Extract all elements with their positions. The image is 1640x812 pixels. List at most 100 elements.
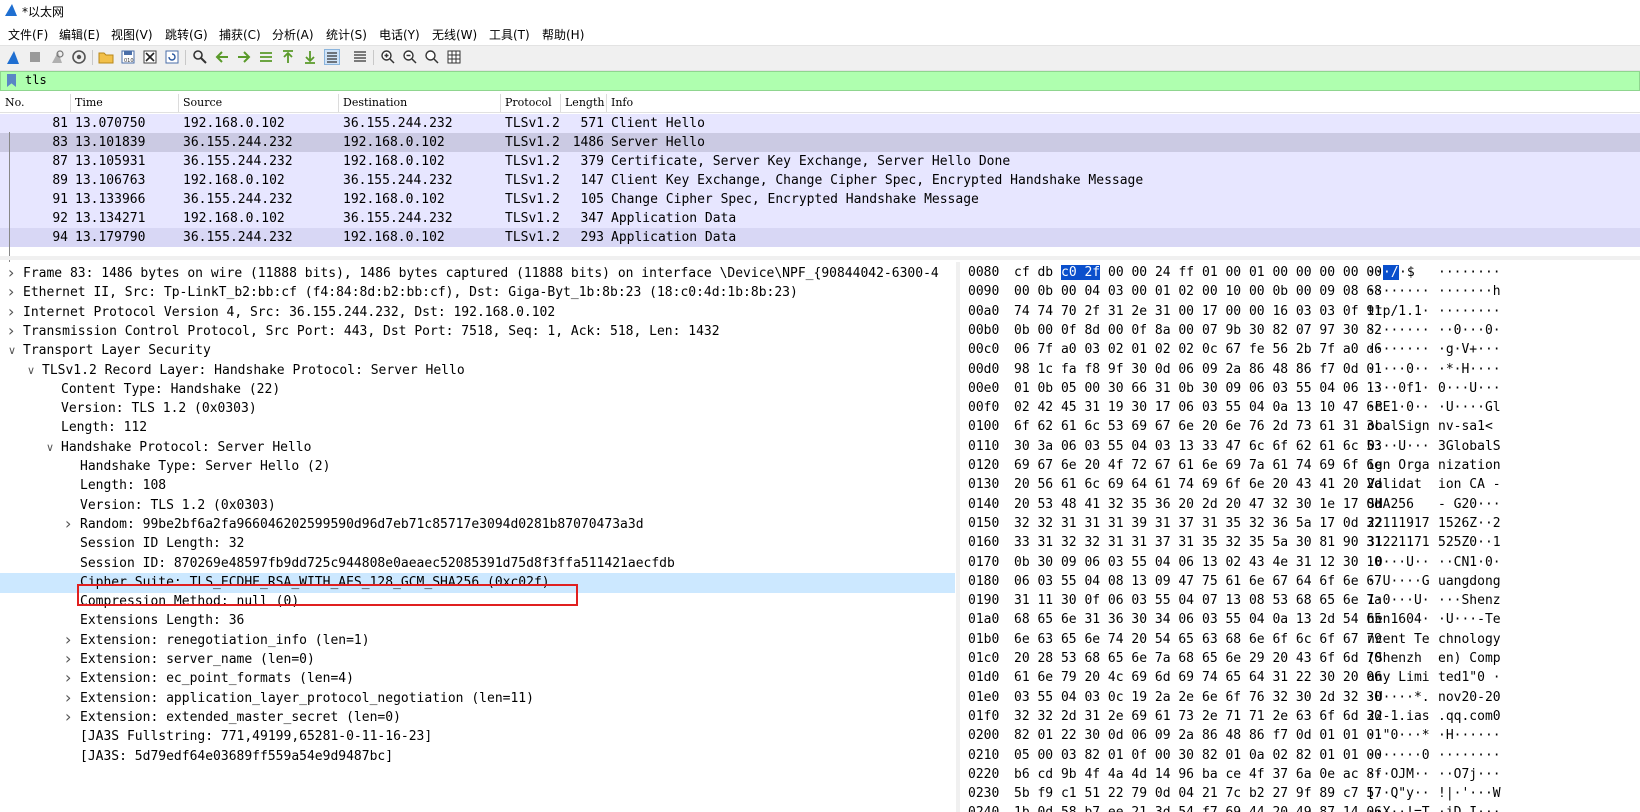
display-filter-input[interactable]: tls [25,73,47,87]
packet-row[interactable]: 89 13.106763 192.168.0.102 36.155.244.232 TL… [0,171,1640,190]
hex-row[interactable]: 0230 5b f9 c1 51 22 79 0d 04 [··Q"y·· 21 7c… [960,784,1640,804]
menu-wireless[interactable]: 无线(W) [432,26,477,43]
colorize-icon[interactable] [352,49,368,65]
tree-node[interactable]: › Ethernet II, Src: Tp-LinkT_b2:bb:cf (f4… [0,282,955,303]
go-forward-icon[interactable] [236,49,252,65]
tree-node[interactable]: › Extension: extended_master_secret (len=… [0,707,955,728]
hex-row[interactable]: 0150 32 32 31 31 31 39 31 37 22111917 31 35… [960,514,1640,534]
hex-row[interactable]: 01b0 6e 63 65 6e 74 20 54 65 ncent Te 63 68… [960,630,1640,650]
zoom-in-icon[interactable] [380,49,396,65]
tree-node[interactable]: › Internet Protocol Version 4, Src: 36.15… [0,302,955,323]
packet-row[interactable]: 94 13.179790 36.155.244.232 192.168.0.102 TL… [0,228,1640,247]
hex-row[interactable]: 0160 33 31 32 32 31 31 37 31 31221171 35 32… [960,533,1640,553]
menu-view[interactable]: 视图(V) [111,26,153,43]
column-header-destination[interactable]: Destination [343,96,407,109]
tree-node[interactable]: Extensions Length: 36 [0,611,955,631]
resize-columns-icon[interactable] [446,49,462,65]
zoom-out-icon[interactable] [402,49,418,65]
tree-node[interactable]: Session ID Length: 32 [0,534,955,554]
expand-arrow-icon[interactable]: › [65,707,71,726]
tree-node[interactable]: › Extension: server_name (len=0) [0,649,955,670]
packet-bytes-pane[interactable]: 0080 cf db c0 2f 00 00 24 ff ·· ·/·$ 01 00 01 … [960,262,1640,812]
tree-node[interactable]: ∨ Handshake Protocol: Server Hello [0,438,955,458]
start-capture-icon[interactable] [5,49,21,65]
hex-row[interactable]: 0100 6f 62 61 6c 53 69 67 6e obalSign 20 6e… [960,417,1640,437]
tree-node[interactable]: Version: TLS 1.2 (0x0303) [0,399,955,419]
packet-details-tree[interactable]: › Frame 83: 1486 bytes on wire (11888 bit… [0,262,955,812]
expand-arrow-icon[interactable]: › [8,263,14,282]
packet-row[interactable]: 81 13.070750 192.168.0.102 36.155.244.232 TL… [0,114,1640,133]
hex-row[interactable]: 01f0 32 32 2d 31 2e 69 61 73 22-1.ias 2e 71… [960,707,1640,727]
tree-node[interactable]: ∨ TLSv1.2 Record Layer: Handshake Protoco… [0,361,955,381]
hex-row[interactable]: 01c0 20 28 53 68 65 6e 7a 68 (Shenzh 65 6e… [960,649,1640,669]
capture-options-icon[interactable] [71,49,87,65]
tree-node[interactable]: Session ID: 870269e48597fb9dd725c944808e… [0,554,955,574]
tree-node[interactable]: Length: 108 [0,476,955,496]
tree-node[interactable]: ∨ Transport Layer Security [0,341,955,361]
hex-row[interactable]: 00e0 01 0b 05 00 30 66 31 0b ····0f1· 30 09… [960,379,1640,399]
tree-node[interactable]: › Extension: renegotiation_info (len=1) [0,630,955,651]
collapse-arrow-icon[interactable]: ∨ [27,364,35,377]
expand-arrow-icon[interactable]: › [65,668,71,687]
menu-file[interactable]: 文件(F) [8,26,48,43]
hex-row[interactable]: 0080 cf db c0 2f 00 00 24 ff ·· ·/·$ 01 00 01 … [960,263,1640,283]
stop-capture-icon[interactable] [27,49,43,65]
column-header-no[interactable]: No. [5,96,25,109]
hex-row[interactable]: 00a0 74 74 70 2f 31 2e 31 00 ttp/1.1· 17 00… [960,302,1640,322]
hex-row[interactable]: 0220 b6 cd 9b 4f 4a 4d 14 96 ···OJM·· ba ce… [960,765,1640,785]
hex-row[interactable]: 00f0 02 42 45 31 19 30 17 06 ·BE1·0·· 03 55… [960,398,1640,418]
normal-size-icon[interactable] [424,49,440,65]
hex-row[interactable]: 01a0 68 65 6e 31 36 30 34 06 hen1604· 03 55… [960,610,1640,630]
open-file-icon[interactable] [98,49,114,65]
packet-row[interactable]: 83 13.101839 36.155.244.232 192.168.0.102 TL… [0,133,1640,152]
find-packet-icon[interactable] [192,49,208,65]
pane-splitter-horizontal[interactable] [0,256,1640,260]
menu-tools[interactable]: 工具(T) [489,26,530,43]
packet-row[interactable]: 92 13.134271 192.168.0.102 36.155.244.232 TL… [0,209,1640,228]
go-to-packet-icon[interactable] [258,49,274,65]
menu-telephony[interactable]: 电话(Y) [379,26,420,43]
hex-row[interactable]: 0180 06 03 55 04 08 13 09 47 ··U····G 75 61… [960,572,1640,592]
menu-analyze[interactable]: 分析(A) [272,26,314,43]
hex-row[interactable]: 0170 0b 30 09 06 03 55 04 06·0···U·· 13 02… [960,553,1640,573]
hex-row[interactable]: 00b0 0b 00 0f 8d 00 0f 8a 00 ········ 07 9b… [960,321,1640,341]
first-packet-icon[interactable] [280,49,296,65]
packet-row[interactable]: 91 13.133966 36.155.244.232 192.168.0.102 TL… [0,190,1640,209]
expand-arrow-icon[interactable]: › [65,630,71,649]
tree-node[interactable]: Content Type: Handshake (22) [0,380,955,400]
tree-node[interactable]: › Extension: application_layer_protocol_n… [0,688,955,709]
tree-node[interactable]: Handshake Type: Server Hello (2) [0,457,955,477]
tree-node[interactable]: Length: 112 [0,418,955,438]
menu-edit[interactable]: 编辑(E) [59,26,100,43]
go-back-icon[interactable] [214,49,230,65]
hex-row[interactable]: 01e0 03 55 04 03 0c 19 2a 2e ·U····*. 6e 6f… [960,688,1640,708]
close-file-icon[interactable] [142,49,158,65]
column-header-length[interactable]: Length [565,96,604,109]
column-header-source[interactable]: Source [183,96,222,109]
reload-file-icon[interactable] [164,49,180,65]
bookmark-icon[interactable] [7,74,16,87]
restart-capture-icon[interactable] [49,49,65,65]
menu-statistics[interactable]: 统计(S) [326,26,367,43]
hex-row[interactable]: 0120 69 67 6e 20 4f 72 67 61 ign Orga 6e 69… [960,456,1640,476]
last-packet-icon[interactable] [302,49,318,65]
tree-node[interactable]: Version: TLS 1.2 (0x0303) [0,496,955,516]
column-header-protocol[interactable]: Protocol [505,96,552,109]
collapse-arrow-icon[interactable]: ∨ [8,344,16,357]
tree-node[interactable]: › Transmission Control Protocol, Src Port… [0,321,955,342]
expand-arrow-icon[interactable]: › [8,282,14,301]
menu-help[interactable]: 帮助(H) [542,26,584,43]
collapse-arrow-icon[interactable]: ∨ [46,441,54,454]
hex-row[interactable]: 0110 30 3a 06 03 55 04 03 13 0:··U··· 33 47… [960,437,1640,457]
hex-row[interactable]: 0200 82 01 22 30 0d 06 09 2a ··"0···* 86 48… [960,726,1640,746]
tree-node[interactable]: [JA3S Fullstring: 771,49199,65281-0-11-1… [0,727,955,747]
tree-node[interactable]: › Random: 99be2bf6a2fa966046202599590d96d… [0,514,955,535]
tree-node[interactable]: › Frame 83: 1486 bytes on wire (11888 bit… [0,263,955,284]
column-header-info[interactable]: Info [611,96,633,109]
column-header-time[interactable]: Time [75,96,103,109]
expand-arrow-icon[interactable]: › [8,302,14,321]
hex-row[interactable]: 0090 00 0b 00 04 03 00 01 02 ········ 00 10… [960,282,1640,302]
packet-row[interactable]: 87 13.105931 36.155.244.232 192.168.0.102 TL… [0,152,1640,171]
packet-list[interactable]: No. Time Source Destination Protocol Len… [0,94,1640,270]
auto-scroll-icon[interactable] [324,49,340,65]
